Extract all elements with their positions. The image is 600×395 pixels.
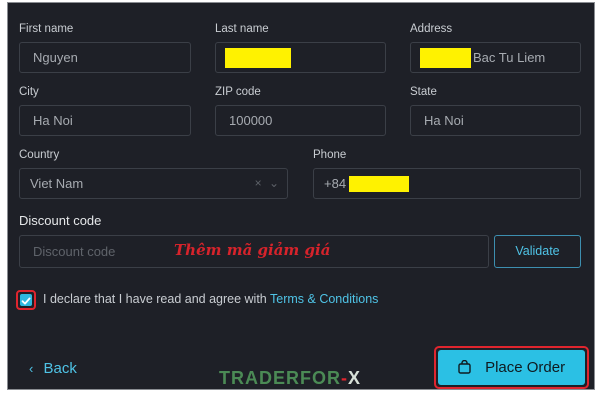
declaration-checkbox[interactable]: [20, 294, 32, 306]
address-field[interactable]: Bac Tu Liem: [410, 42, 581, 73]
first-name-value: Nguyen: [33, 50, 78, 65]
place-order-button[interactable]: Place Order: [438, 350, 585, 385]
last-name-label: Last name: [215, 23, 269, 35]
state-field[interactable]: Ha Noi: [410, 105, 581, 136]
declaration: I declare that I have read and agree wit…: [43, 292, 378, 306]
watermark-part1: TRADERFOR: [219, 368, 341, 388]
redaction-highlight: [225, 48, 291, 68]
redaction-highlight: [349, 176, 409, 192]
watermark-logo: TRADERFOR-X: [219, 368, 361, 389]
address-label: Address: [410, 23, 453, 35]
bag-icon: [458, 359, 471, 374]
watermark-part3: X: [348, 368, 362, 388]
address-value: Bac Tu Liem: [473, 50, 546, 65]
declaration-checkbox-highlight: [16, 290, 36, 310]
first-name-label: First name: [19, 23, 74, 35]
watermark-part2: -: [341, 368, 348, 388]
place-order-highlight: Place Order: [434, 346, 589, 389]
discount-placeholder: Discount code: [33, 244, 116, 259]
back-label: Back: [43, 360, 77, 377]
checkout-form: First name Nguyen Last name Address Bac …: [7, 2, 595, 390]
phone-field[interactable]: +84: [313, 168, 581, 199]
state-value: Ha Noi: [424, 113, 464, 128]
city-field[interactable]: Ha Noi: [19, 105, 191, 136]
country-label: Country: [19, 149, 60, 161]
phone-label: Phone: [313, 149, 347, 161]
promo-annotation: Thêm mã giảm giá: [174, 241, 331, 259]
zip-field[interactable]: 100000: [215, 105, 386, 136]
phone-value: +84: [324, 176, 347, 191]
country-select[interactable]: Viet Nam × ⌄: [19, 168, 288, 199]
place-order-label: Place Order: [485, 359, 566, 376]
last-name-field[interactable]: [215, 42, 386, 73]
zip-label: ZIP code: [215, 86, 261, 98]
redaction-highlight: [420, 48, 471, 68]
chevron-down-icon[interactable]: ⌄: [269, 176, 279, 190]
country-value: Viet Nam: [30, 176, 84, 191]
validate-button[interactable]: Validate: [494, 235, 581, 268]
declaration-text: I declare that I have read and agree wit…: [43, 292, 267, 306]
terms-link[interactable]: Terms & Conditions: [270, 292, 378, 306]
check-icon: [21, 297, 31, 305]
city-label: City: [19, 86, 39, 98]
state-label: State: [410, 86, 437, 98]
discount-label: Discount code: [19, 213, 102, 228]
zip-value: 100000: [229, 113, 273, 128]
clear-icon[interactable]: ×: [255, 176, 262, 190]
select-controls: × ⌄: [255, 169, 279, 198]
back-button[interactable]: ‹ Back: [29, 360, 77, 377]
city-value: Ha Noi: [33, 113, 73, 128]
chevron-left-icon: ‹: [29, 361, 34, 376]
first-name-field[interactable]: Nguyen: [19, 42, 191, 73]
